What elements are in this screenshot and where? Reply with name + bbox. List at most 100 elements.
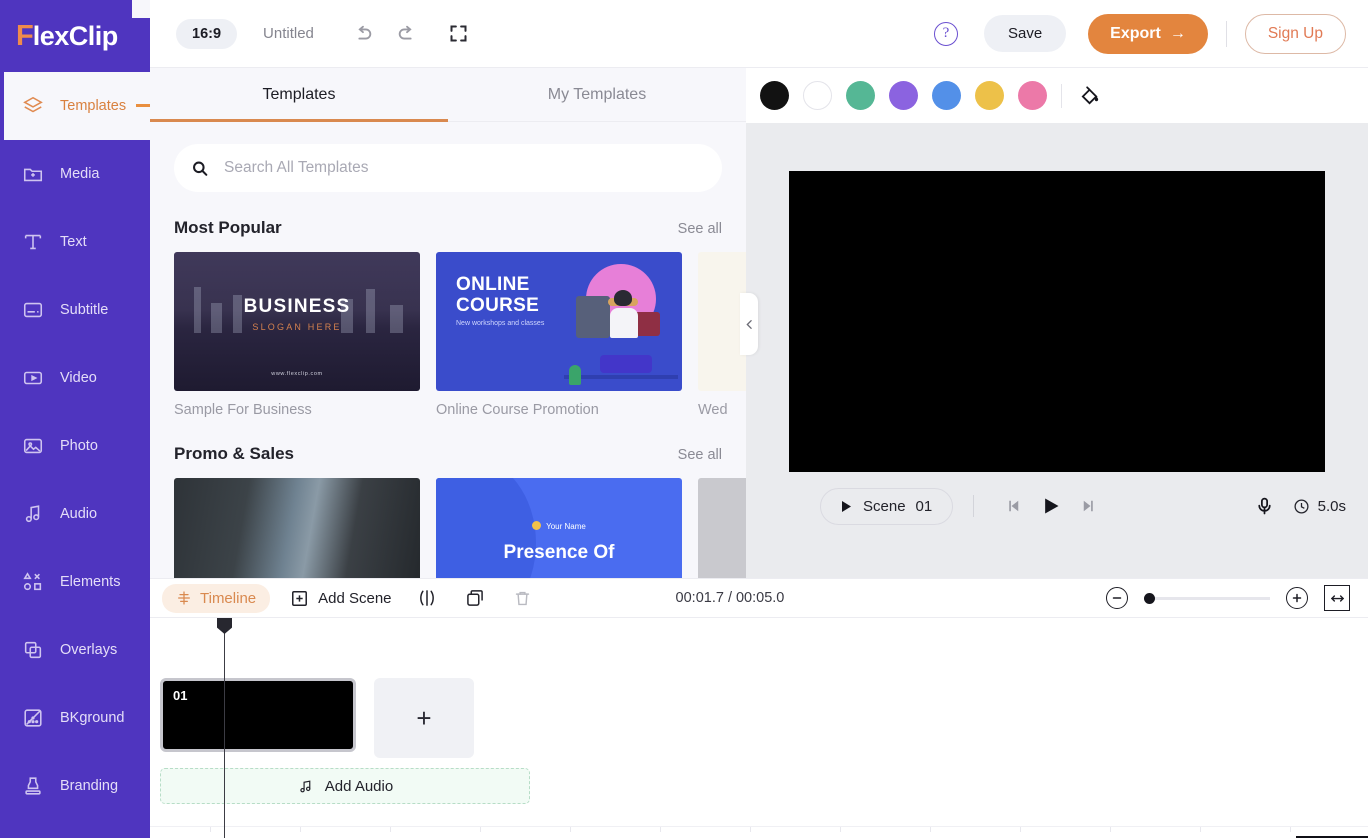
search-input[interactable] xyxy=(224,159,706,177)
thumb-badge: Your Name xyxy=(546,522,586,531)
sidebar-item-label: Photo xyxy=(60,438,98,454)
sidebar-item-branding[interactable]: Branding xyxy=(0,752,150,820)
zoom-slider-handle[interactable] xyxy=(1144,592,1155,604)
timeline-label: Timeline xyxy=(200,589,257,607)
sidebar-item-bkground[interactable]: BKground xyxy=(0,684,150,752)
plus-circle-icon[interactable] xyxy=(1286,587,1308,609)
save-button[interactable]: Save xyxy=(983,15,1067,52)
section-header-most-popular: Most Popular See all xyxy=(150,192,746,238)
color-swatch-bar xyxy=(746,68,1368,123)
duplicate-icon[interactable] xyxy=(462,585,488,611)
sidebar-item-media[interactable]: Media xyxy=(0,140,150,208)
chevron-left-icon xyxy=(745,319,752,329)
folder-plus-icon xyxy=(20,161,46,187)
divider xyxy=(1061,83,1062,108)
timeline-ruler[interactable] xyxy=(150,826,1368,838)
duration-value: 5.0s xyxy=(1317,497,1346,515)
paint-bucket-icon[interactable] xyxy=(1076,82,1104,110)
microphone-icon[interactable] xyxy=(1254,496,1275,517)
color-swatch-green[interactable] xyxy=(846,81,875,110)
playhead-handle[interactable] xyxy=(217,618,232,634)
fit-width-icon[interactable] xyxy=(1324,585,1350,611)
divider xyxy=(973,495,975,517)
panel-tabs: Templates My Templates xyxy=(150,68,746,122)
search-box[interactable] xyxy=(174,144,722,192)
app-logo[interactable]: F lexClip xyxy=(0,0,150,72)
clock-icon xyxy=(1294,498,1309,514)
panel-collapse-button[interactable] xyxy=(740,293,758,355)
question-mark-icon[interactable]: ? xyxy=(933,21,958,46)
text-t-icon xyxy=(20,229,46,255)
timeline-toggle[interactable]: Timeline xyxy=(162,583,271,613)
timeline-tracks: 01 + Add Audio xyxy=(150,618,1368,838)
topbar-actions: ? Save Export → Sign Up xyxy=(933,13,1368,54)
signup-button[interactable]: Sign Up xyxy=(1244,13,1346,54)
undo-icon[interactable] xyxy=(346,17,380,51)
scene-strip: 01 + xyxy=(160,678,474,758)
add-scene-button[interactable]: Add Scene xyxy=(290,589,392,608)
thumb-headline: BUSINESS xyxy=(243,296,351,317)
time-display: 00:01.7 / 00:05.0 xyxy=(675,590,785,606)
sidebar-item-label: Templates xyxy=(60,98,127,114)
scene-clip[interactable]: 01 xyxy=(160,678,356,752)
add-audio-track[interactable]: Add Audio xyxy=(160,768,530,804)
sidebar-nav: Templates Media Text Subtitle Video Phot xyxy=(0,72,150,820)
thumb-subline: SLOGAN HERE xyxy=(252,322,342,332)
video-canvas[interactable] xyxy=(789,171,1325,472)
stamp-icon xyxy=(20,773,46,799)
color-swatch-white[interactable] xyxy=(803,81,832,110)
redo-icon[interactable] xyxy=(390,17,424,51)
color-swatch-black[interactable] xyxy=(760,81,789,110)
templates-panel: Templates My Templates Most Popular See … xyxy=(150,68,746,617)
background-gradient-icon xyxy=(20,705,46,731)
playhead[interactable] xyxy=(217,618,232,838)
left-sidebar: F lexClip Templates Media Text Subtitle xyxy=(0,0,150,838)
color-swatch-purple[interactable] xyxy=(889,81,918,110)
see-all-link[interactable]: See all xyxy=(678,447,722,463)
template-card[interactable]: Wed xyxy=(698,252,746,418)
player-controls: Scene 01 5.0s xyxy=(746,486,1368,526)
color-swatch-pink[interactable] xyxy=(1018,81,1047,110)
scene-duration[interactable]: 5.0s xyxy=(1293,498,1346,515)
zoom-slider[interactable] xyxy=(1144,592,1270,604)
section-title: Promo & Sales xyxy=(174,444,294,463)
sidebar-item-text[interactable]: Text xyxy=(0,208,150,276)
color-swatch-yellow[interactable] xyxy=(975,81,1004,110)
scene-selector[interactable]: Scene 01 xyxy=(820,487,954,525)
sidebar-item-elements[interactable]: Elements xyxy=(0,548,150,616)
trash-icon[interactable] xyxy=(510,585,536,611)
subtitle-icon xyxy=(20,297,46,323)
tab-templates[interactable]: Templates xyxy=(150,68,448,122)
split-icon[interactable] xyxy=(414,585,440,611)
scene-number: 01 xyxy=(915,497,933,515)
aspect-ratio-selector[interactable]: 16:9 xyxy=(176,18,238,49)
see-all-link[interactable]: See all xyxy=(678,221,722,237)
sidebar-item-overlays[interactable]: Overlays xyxy=(0,616,150,684)
fullscreen-icon[interactable] xyxy=(442,17,476,51)
template-caption: Wed xyxy=(698,402,728,418)
template-card[interactable]: ONLINE COURSE New workshops and classes O… xyxy=(436,252,682,418)
search-icon xyxy=(193,161,208,176)
sidebar-item-video[interactable]: Video xyxy=(0,344,150,412)
export-button[interactable]: Export → xyxy=(1088,13,1208,54)
template-card[interactable]: BUSINESS SLOGAN HERE www.flexclip.com Sa… xyxy=(174,252,420,418)
sidebar-item-audio[interactable]: Audio xyxy=(0,480,150,548)
skip-previous-icon[interactable] xyxy=(994,489,1032,523)
sidebar-item-label: Text xyxy=(60,234,87,250)
sidebar-item-subtitle[interactable]: Subtitle xyxy=(0,276,150,344)
divider xyxy=(1225,20,1227,47)
add-scene-placeholder[interactable]: + xyxy=(374,678,474,758)
minus-circle-icon[interactable] xyxy=(1106,587,1128,609)
sidebar-item-photo[interactable]: Photo xyxy=(0,412,150,480)
color-swatch-blue[interactable] xyxy=(932,81,961,110)
skip-next-icon[interactable] xyxy=(1070,489,1108,523)
scene-label: Scene xyxy=(863,497,906,515)
sidebar-item-templates[interactable]: Templates xyxy=(0,72,150,140)
thumb-headline-1: ONLINE xyxy=(456,274,530,295)
project-title[interactable]: Untitled xyxy=(263,25,314,42)
layers-icon xyxy=(20,93,46,119)
search-area xyxy=(150,122,746,192)
play-icon[interactable] xyxy=(1032,489,1070,523)
flexclip-editor: F lexClip Templates Media Text Subtitle xyxy=(0,0,1368,838)
tab-my-templates[interactable]: My Templates xyxy=(448,68,746,121)
